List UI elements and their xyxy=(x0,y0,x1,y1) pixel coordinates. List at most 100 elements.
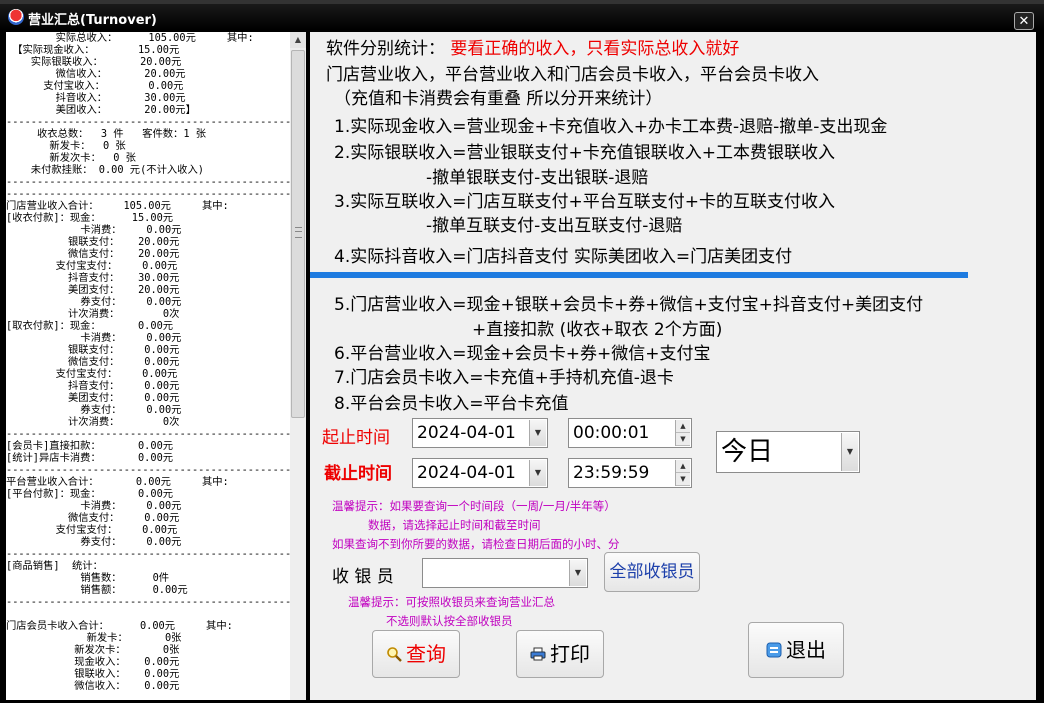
time-spinner[interactable]: ▲ ▼ xyxy=(675,420,690,446)
notes-line-3: （充值和卡消费会有重叠 所以分开来统计） xyxy=(334,89,663,109)
report-line: 支付宝支付： 0.00元 xyxy=(6,524,178,536)
app-logo-icon xyxy=(8,9,24,25)
formula-2a: 2.实际银联收入=营业银联支付+卡充值银联收入+工本费银联收入 xyxy=(334,143,835,163)
title-bar: 营业汇总(Turnover) ✕ xyxy=(0,4,1044,30)
report-line: ----------------------------------------… xyxy=(6,116,290,128)
report-line: 卡消费： 0.00元 xyxy=(6,500,182,512)
cashier-label: 收 银 员 xyxy=(332,567,394,587)
report-line: 未付款挂账： 0.00 元(不计入收入) xyxy=(6,164,204,176)
start-date-picker[interactable]: 2024-04-01 ▼ xyxy=(412,418,548,448)
end-time-input[interactable]: 23:59:59 ▲ ▼ xyxy=(568,458,692,488)
report-line: 计次消费： 0次 xyxy=(6,416,180,428)
end-date-value: 2024-04-01 xyxy=(417,463,516,483)
start-time-label: 起止时间 xyxy=(322,428,390,448)
spin-down-icon[interactable]: ▼ xyxy=(676,433,690,446)
report-line: 卡消费： 0.00元 xyxy=(6,224,182,236)
formula-3a: 3.实际互联收入=门店互联支付+平台互联支付+卡的互联支付收入 xyxy=(334,192,835,212)
formula-1: 1.实际现金收入=营业现金+卡充值收入+办卡工本费-退赔-撤单-支出现金 xyxy=(334,117,888,137)
header-highlight: 要看正确的收入，只看实际总收入就好 xyxy=(450,39,740,59)
close-button[interactable]: ✕ xyxy=(1014,12,1034,30)
report-line: 微信收入： 20.00元 xyxy=(6,68,186,80)
spin-up-icon[interactable]: ▲ xyxy=(676,460,690,473)
report-line: 计次消费： 0次 xyxy=(6,308,180,320)
report-line: 新发次卡： 0张 xyxy=(6,644,180,656)
header-prefix: 软件分别统计： xyxy=(326,39,445,59)
report-line xyxy=(6,608,290,620)
period-select[interactable]: 今日 ▼ xyxy=(716,431,860,473)
date-tip-2: 数据，请选择起止时间和截至时间 xyxy=(368,518,541,532)
start-date-value: 2024-04-01 xyxy=(417,423,516,443)
date-tip-1: 温馨提示：如果要查询一个时间段（一周/一月/半年等） xyxy=(332,499,616,513)
report-line: ----------------------------------------… xyxy=(6,596,290,608)
start-time-value: 00:00:01 xyxy=(573,423,650,443)
report-line: 新发卡： 0张 xyxy=(6,632,182,644)
report-line: 新发卡： 0 张 xyxy=(6,140,126,152)
chevron-down-icon[interactable]: ▼ xyxy=(841,433,858,471)
report-line: 微信支付： 20.00元 xyxy=(6,248,180,260)
report-line: ----------------------------------------… xyxy=(6,188,290,200)
report-line: 美团支付： 20.00元 xyxy=(6,284,180,296)
report-line: 银联支付： 0.00元 xyxy=(6,344,180,356)
cashier-tip-2: 不选则默认按全部收银员 xyxy=(386,614,513,628)
spin-up-icon[interactable]: ▲ xyxy=(676,420,690,433)
printer-icon xyxy=(530,647,546,661)
report-line: 美团支付： 0.00元 xyxy=(6,392,180,404)
chevron-down-icon[interactable]: ▼ xyxy=(529,420,546,446)
divider xyxy=(310,272,968,278)
report-line: 卡消费： 0.00元 xyxy=(6,332,182,344)
report-line: [收衣付款]：现金： 15.00元 xyxy=(6,212,174,224)
report-line: 银联支付： 20.00元 xyxy=(6,236,180,248)
time-spinner[interactable]: ▲ ▼ xyxy=(675,460,690,486)
formula-8: 8.平台会员卡收入=平台卡充值 xyxy=(334,394,569,414)
print-button[interactable]: 打印 xyxy=(516,630,604,678)
report-line: ----------------------------------------… xyxy=(6,176,290,188)
chevron-down-icon[interactable]: ▼ xyxy=(569,560,586,586)
print-label: 打印 xyxy=(550,642,590,666)
start-time-input[interactable]: 00:00:01 ▲ ▼ xyxy=(568,418,692,448)
query-button[interactable]: 查询 xyxy=(372,630,460,678)
all-cashiers-button[interactable]: 全部收银员 xyxy=(604,552,700,592)
report-line: [取衣付款]：现金： 0.00元 xyxy=(6,320,174,332)
report-line: 券支付： 0.00元 xyxy=(6,536,182,548)
report-scrollbar[interactable]: ▲ xyxy=(290,32,306,700)
report-line: 券支付： 0.00元 xyxy=(6,296,182,308)
report-line: 微信支付： 0.00元 xyxy=(6,356,180,368)
exit-label: 退出 xyxy=(786,638,826,662)
report-text: 实际总收入： 105.00元 其中: 【实际现金收入： 15.00元 实际银联收… xyxy=(6,32,290,692)
report-line: 银联收入： 0.00元 xyxy=(6,668,180,680)
report-line: 抖音收入： 30.00元 xyxy=(6,92,186,104)
report-line: 销售数： 0件 xyxy=(6,572,170,584)
formula-4: 4.实际抖音收入=门店抖音支付 实际美团收入=门店美团支付 xyxy=(334,247,793,267)
report-line: 支付宝支付： 0.00元 xyxy=(6,260,178,272)
cashier-select[interactable]: ▼ xyxy=(422,558,588,588)
scroll-up-icon[interactable]: ▲ xyxy=(290,32,306,48)
report-line: ----------------------------------------… xyxy=(6,428,290,440)
formula-2b: -撤单银联支付-支出银联-退赔 xyxy=(426,168,649,188)
report-line: 销售额： 0.00元 xyxy=(6,584,188,596)
grip-icon xyxy=(295,227,302,238)
summary-report: 实际总收入： 105.00元 其中: 【实际现金收入： 15.00元 实际银联收… xyxy=(6,32,290,700)
report-line: 支付宝收入： 0.00元 xyxy=(6,80,184,92)
spin-down-icon[interactable]: ▼ xyxy=(676,473,690,486)
date-tip-3: 如果查询不到你所要的数据，请检查日期后面的小时、分 xyxy=(332,537,620,551)
end-date-picker[interactable]: 2024-04-01 ▼ xyxy=(412,458,548,488)
report-line: 门店会员卡收入合计： 0.00元 其中: xyxy=(6,620,233,632)
query-label: 查询 xyxy=(406,642,446,666)
report-line: 抖音支付： 30.00元 xyxy=(6,272,180,284)
report-line: ----------------------------------------… xyxy=(6,464,290,476)
report-line: [平台付款]：现金： 0.00元 xyxy=(6,488,174,500)
query-panel: 软件分别统计： 要看正确的收入，只看实际总收入就好 门店营业收入，平台营业收入和… xyxy=(310,32,1036,700)
notes-header: 软件分别统计： 要看正确的收入，只看实际总收入就好 xyxy=(326,34,739,59)
exit-button[interactable]: 退出 xyxy=(748,622,844,678)
report-line: 收衣总数： 3 件 客件数：1 张 xyxy=(6,128,207,140)
end-time-value: 23:59:59 xyxy=(573,463,650,483)
report-line: 实际总收入： 105.00元 其中: xyxy=(6,32,254,44)
formula-3b: -撤单互联支付-支出互联支付-退赔 xyxy=(426,216,683,236)
end-time-label: 截止时间 xyxy=(324,464,392,484)
period-value: 今日 xyxy=(721,437,774,467)
chevron-down-icon[interactable]: ▼ xyxy=(529,460,546,486)
report-line: 微信收入： 0.00元 xyxy=(6,680,180,692)
scrollbar-thumb[interactable] xyxy=(291,50,305,418)
report-line: [统计]异店卡消费： 0.00元 xyxy=(6,452,174,464)
formula-7: 7.门店会员卡收入=卡充值+手持机充值-退卡 xyxy=(334,368,674,388)
